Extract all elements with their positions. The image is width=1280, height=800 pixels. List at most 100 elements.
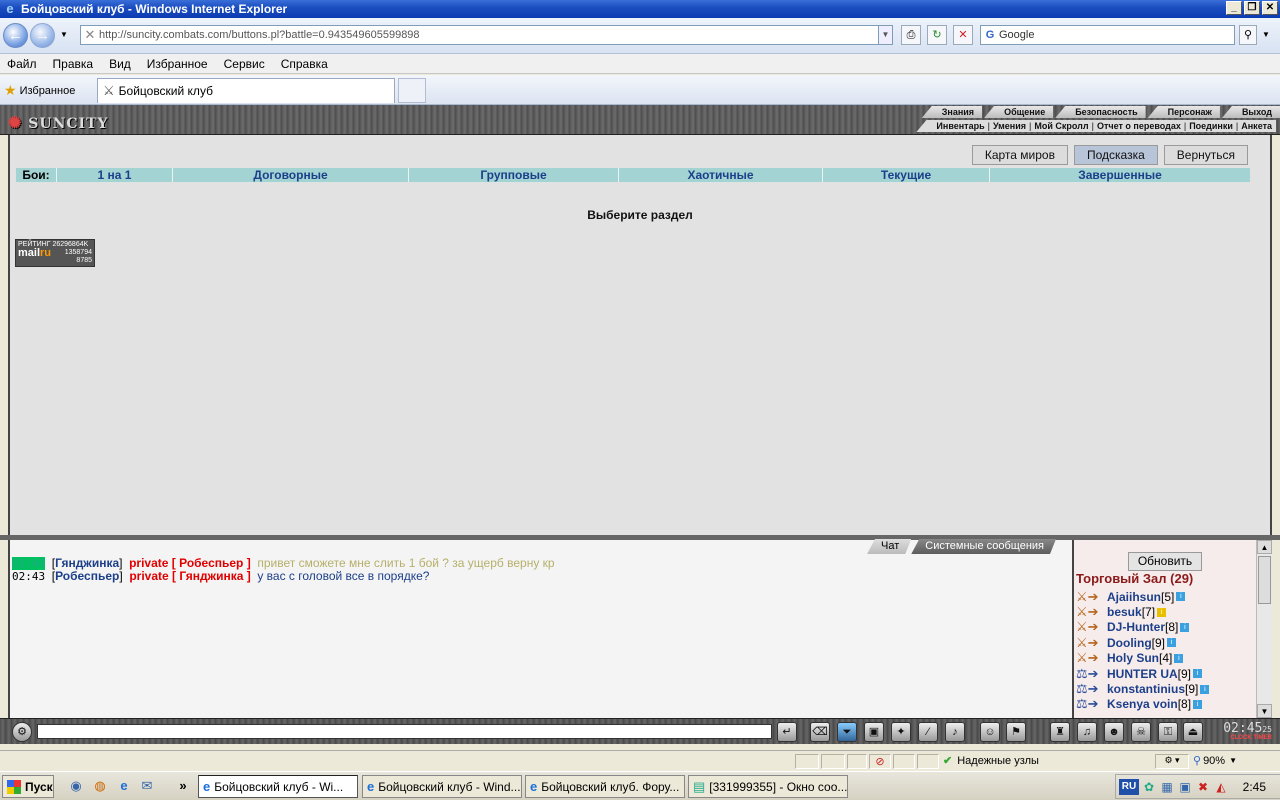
exit-icon[interactable]: ⏏ [1183, 722, 1203, 742]
filter-icon[interactable]: ⏷ [837, 722, 857, 742]
language-indicator[interactable]: RU [1119, 778, 1139, 795]
tab-chaotic[interactable]: Хаотичные [618, 168, 822, 182]
compat-view-button[interactable]: ⎙ [901, 25, 921, 45]
info-icon[interactable]: i [1157, 607, 1167, 617]
tab-one-on-one[interactable]: 1 на 1 [56, 168, 172, 182]
display-tray-icon[interactable]: ▣ [1177, 779, 1193, 795]
taskbar-item[interactable]: e Бойцовский клуб. Фору... [525, 775, 685, 798]
message-time[interactable]: 02:43 [12, 570, 45, 583]
fighter-icon[interactable]: ✦ [891, 722, 911, 742]
chat-input[interactable] [37, 724, 772, 739]
user-name[interactable]: HUNTER UA [1107, 667, 1178, 681]
nav-security[interactable]: Безопасность [1055, 106, 1146, 118]
people-icon[interactable]: ☻ [1104, 722, 1124, 742]
lock-icon[interactable]: ⚿ [1158, 722, 1178, 742]
security-tray-icon[interactable]: ◭ [1213, 779, 1229, 795]
bag-icon[interactable]: ♜ [1050, 722, 1070, 742]
world-map-button[interactable]: Карта миров [971, 145, 1068, 165]
save-icon[interactable]: ▣ [864, 722, 884, 742]
favorites-button[interactable]: ★ Избранное [4, 82, 75, 99]
subnav-inventory[interactable]: Инвентарь [936, 120, 984, 132]
user-name[interactable]: besuk [1107, 605, 1142, 619]
scroll-thumb[interactable] [1258, 556, 1271, 604]
translit-icon[interactable]: ⚑ [1006, 722, 1026, 742]
new-tab-button[interactable] [398, 78, 426, 103]
user-name[interactable]: Ajaiihsun [1107, 590, 1161, 604]
browser-tab[interactable]: ⚔ Бойцовский клуб [97, 78, 395, 103]
tab-system-messages[interactable]: Системные сообщения [911, 539, 1056, 554]
scroll-down-icon[interactable]: ▼ [1257, 704, 1272, 718]
info-icon[interactable]: i [1167, 638, 1176, 648]
zoom-control[interactable]: ⚲ 90% ▼ [1193, 754, 1237, 768]
menu-file[interactable]: Файл [7, 57, 37, 71]
menu-edit[interactable]: Правка [53, 57, 94, 71]
tab-chat[interactable]: Чат [867, 539, 911, 554]
icq-tray-icon[interactable]: ✿ [1141, 779, 1157, 795]
start-button[interactable]: Пуск [2, 775, 54, 798]
message-time[interactable]: 02:43 [12, 557, 46, 570]
menu-help[interactable]: Справка [281, 57, 328, 71]
refresh-button[interactable]: ↻ [927, 25, 947, 45]
tab-group[interactable]: Групповые [408, 168, 618, 182]
menu-tools[interactable]: Сервис [224, 57, 265, 71]
info-icon[interactable]: i [1193, 699, 1203, 709]
user-name[interactable]: Ksenya voin [1107, 697, 1178, 711]
tab-finished[interactable]: Завершенные [989, 168, 1250, 182]
nav-knowledge[interactable]: Знания [921, 106, 983, 118]
quicklaunch-mail-icon[interactable]: ✉ [138, 777, 156, 795]
protected-mode-icon[interactable]: ⚙ ▾ [1155, 754, 1189, 769]
address-field[interactable]: ✕ http://suncity.combats.com/buttons.pl?… [80, 25, 893, 45]
online-scrollbar[interactable]: ▲ ▼ [1256, 540, 1272, 718]
message-sender[interactable]: Робеспьер [55, 569, 119, 583]
sound-icon[interactable]: ♪ [945, 722, 965, 742]
address-dropdown-icon[interactable]: ▼ [878, 26, 892, 44]
user-name[interactable]: Holy Sun [1107, 651, 1159, 665]
subnav-skills[interactable]: Умения [993, 120, 1026, 132]
quicklaunch-desktop-icon[interactable]: ◉ [67, 777, 85, 795]
menu-favorites[interactable]: Избранное [147, 57, 208, 71]
info-icon[interactable]: i [1176, 592, 1186, 602]
subnav-transfers[interactable]: Отчет о переводах [1097, 120, 1181, 132]
eraser-icon[interactable]: ⌫ [810, 722, 830, 742]
user-name[interactable]: DJ-Hunter [1107, 620, 1165, 634]
private-label[interactable]: private [ Робеспьер ] [129, 556, 251, 570]
nav-communication[interactable]: Общение [984, 106, 1054, 118]
taskbar-item[interactable]: e Бойцовский клуб - Wind... [362, 775, 522, 798]
taskbar-item[interactable]: e Бойцовский клуб - Wi... [198, 775, 358, 798]
forward-button[interactable]: → [30, 23, 55, 48]
quicklaunch-ie-icon[interactable]: e [115, 777, 133, 795]
info-icon[interactable]: i [1193, 669, 1203, 679]
zoom-dropdown-icon[interactable]: ▼ [1229, 756, 1237, 765]
info-icon[interactable]: i [1200, 684, 1210, 694]
close-button[interactable]: ✕ [1262, 1, 1278, 15]
subnav-profile[interactable]: Анкета [1241, 120, 1272, 132]
return-button[interactable]: Вернуться [1163, 145, 1248, 165]
security-zone[interactable]: ✔ Надежные узлы [943, 754, 1039, 768]
send-icon[interactable]: ↵ [777, 722, 797, 742]
network-tray-icon[interactable]: ▦ [1159, 779, 1175, 795]
message-sender[interactable]: Гянджинка [55, 556, 119, 570]
menu-view[interactable]: Вид [109, 57, 131, 71]
chat-settings-icon[interactable]: ⚙ [12, 722, 32, 742]
private-label[interactable]: private [ Гянджинка ] [129, 569, 250, 583]
search-field[interactable]: G Google [980, 25, 1235, 45]
refresh-button[interactable]: Обновить [1128, 552, 1202, 571]
nav-exit[interactable]: Выход [1221, 106, 1280, 118]
taskbar-item[interactable]: ▤ [331999355] - Окно соо... [688, 775, 848, 798]
tab-current[interactable]: Текущие [822, 168, 989, 182]
search-icon[interactable]: ⚲ [1239, 25, 1257, 45]
antivirus-tray-icon[interactable]: ✖ [1195, 779, 1211, 795]
restore-button[interactable]: ❐ [1244, 1, 1260, 15]
user-name[interactable]: Dooling [1107, 636, 1152, 650]
stop-button[interactable]: ✕ [953, 25, 973, 45]
subnav-battles[interactable]: Поединки [1189, 120, 1233, 132]
hint-button[interactable]: Подсказка [1073, 145, 1158, 165]
quicklaunch-firefox-icon[interactable]: ◍ [91, 777, 109, 795]
user-name[interactable]: konstantinius [1107, 682, 1185, 696]
quicklaunch-more-icon[interactable]: » [174, 777, 192, 795]
back-button[interactable]: ← [3, 23, 28, 48]
privacy-icon[interactable]: ⊘ [869, 754, 891, 769]
history-dropdown-icon[interactable]: ▼ [60, 30, 68, 39]
scroll-up-icon[interactable]: ▲ [1257, 540, 1272, 554]
rating-counter[interactable]: РЕЙТИНГ 26296864K mailru 1358794 8785 [15, 239, 95, 267]
